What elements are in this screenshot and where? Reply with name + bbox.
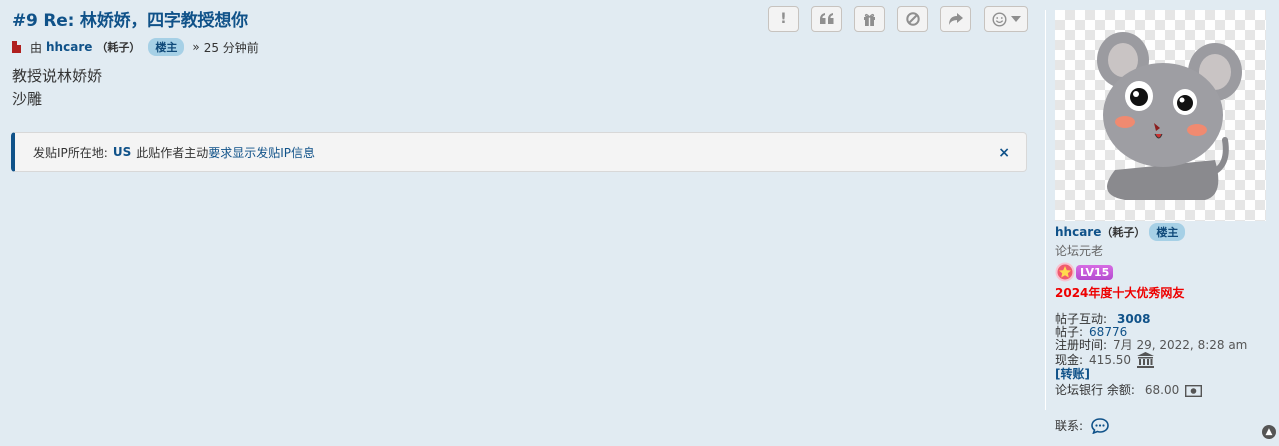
ban-icon [905, 12, 920, 26]
author-link[interactable]: hhcare [46, 40, 92, 54]
profile-name-row: hhcare （耗子） 楼主 [1055, 223, 1267, 241]
award-title: 2024年度十大优秀网友 [1055, 286, 1185, 300]
joined-date: 7月 29, 2022, 8:28 am [1113, 338, 1248, 352]
stat-bank: 论坛银行 余额: 68.00 [1055, 384, 1267, 397]
share-icon [949, 12, 963, 25]
post-toolbar: ! [768, 6, 1028, 32]
profile-stats: 帖子互动: 3008 帖子: 68776 注册时间: 7月 29, 2022, … [1055, 313, 1267, 397]
profile-divider [1045, 10, 1046, 410]
bank-icon [1137, 352, 1155, 368]
money-icon [1185, 384, 1203, 397]
stat-label: 论坛银行 余额: [1055, 383, 1135, 397]
close-icon[interactable]: × [998, 145, 1010, 161]
profile-op-badge: 楼主 [1149, 223, 1186, 241]
mouse-avatar-image [1097, 32, 1242, 200]
bank-value: 68.00 [1144, 383, 1180, 397]
report-button[interactable]: ! [768, 6, 799, 32]
by-label: 由 [30, 40, 43, 55]
stat-cash: 现金: 415.50 [1055, 352, 1267, 368]
quote-button[interactable] [811, 6, 842, 32]
op-badge: 楼主 [148, 38, 185, 56]
ip-country: US [112, 145, 132, 159]
ip-notice-middle: 此贴作者主动 [136, 145, 209, 160]
gift-icon [864, 13, 875, 26]
avatar[interactable] [1055, 10, 1266, 221]
level-label: LV15 [1076, 264, 1114, 280]
author-alias: （耗子） [96, 41, 141, 54]
ip-notice: 发贴IP所在地: US 此贴作者主动 要求显示发贴IP信息 × [11, 132, 1027, 172]
time-separator: » [192, 40, 200, 54]
ip-notice-prefix: 发贴IP所在地: [33, 145, 108, 160]
share-button[interactable] [940, 6, 971, 32]
post-content: 教授说林娇娇 沙雕 [12, 65, 1028, 111]
content-line: 沙雕 [12, 90, 43, 108]
stat-transfer: [转账] [1055, 368, 1267, 381]
profile-alias: （耗子） [1101, 226, 1146, 239]
user-profile: hhcare （耗子） 楼主 论坛元老 LV15 2024年度十大优秀网友 帖子… [1055, 10, 1267, 434]
exclamation-icon: ! [780, 11, 787, 27]
block-button[interactable] [897, 6, 928, 32]
stat-interactions: 帖子互动: 3008 [1055, 313, 1267, 326]
smile-icon [991, 11, 1007, 27]
cash-value: 415.50 [1089, 352, 1132, 367]
contact-row: 联系: [1055, 417, 1267, 434]
content-line: 教授说林娇娇 [12, 67, 103, 85]
quote-icon [819, 13, 833, 24]
star-icon [1055, 262, 1075, 282]
gift-button[interactable] [854, 6, 885, 32]
profile-username[interactable]: hhcare [1055, 225, 1101, 239]
post-file-icon[interactable] [12, 41, 21, 53]
reaction-button[interactable] [984, 6, 1028, 32]
chevron-up-icon: ▲ [1265, 427, 1273, 437]
chat-icon[interactable] [1091, 417, 1109, 434]
level-badge: LV15 [1055, 262, 1267, 282]
post-byline: 由 hhcare （耗子） 楼主 » 25 分钟前 [12, 38, 1028, 56]
stat-joined: 注册时间: 7月 29, 2022, 8:28 am [1055, 339, 1267, 352]
scroll-top-button[interactable]: ▲ [1262, 425, 1276, 439]
stat-label: 现金: [1055, 352, 1084, 367]
ip-info-link[interactable]: 要求显示发贴IP信息 [208, 144, 315, 161]
transfer-link[interactable]: [转账] [1055, 368, 1090, 381]
profile-rank: 论坛元老 [1055, 244, 1104, 258]
stat-label: 注册时间: [1055, 338, 1108, 352]
post-time: 25 分钟前 [203, 40, 259, 55]
contact-label: 联系: [1055, 419, 1084, 433]
chevron-down-icon [1010, 16, 1021, 22]
